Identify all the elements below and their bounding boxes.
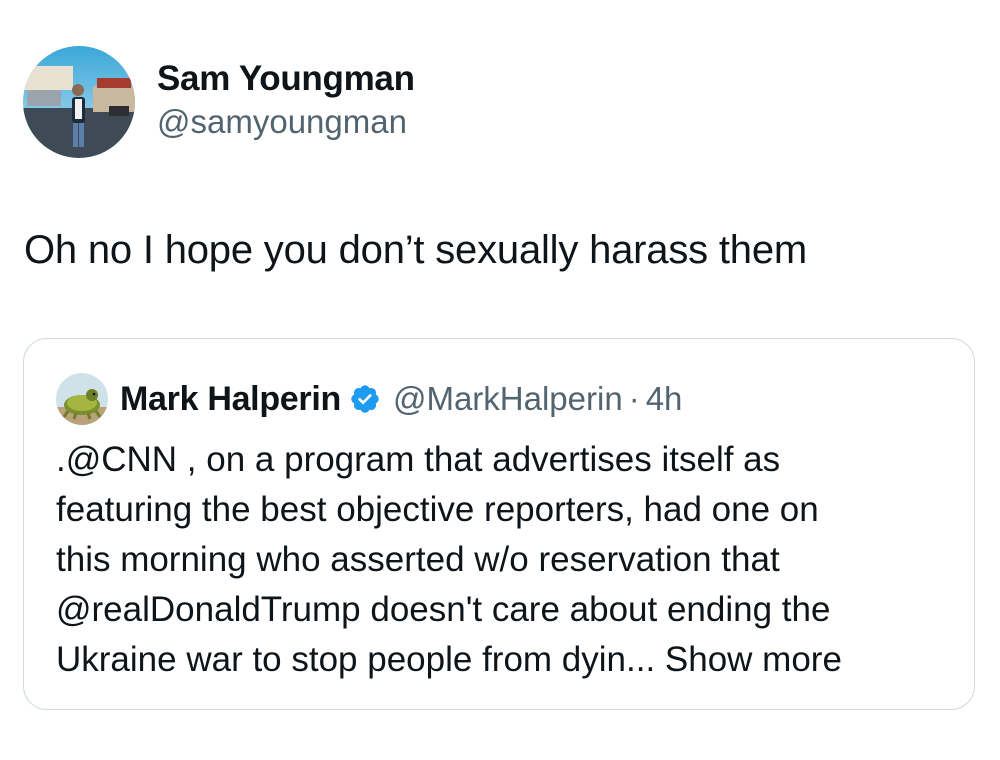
quoted-text-line: this morning who asserted w/o reservatio… xyxy=(56,540,780,579)
tweet-text: Oh no I hope you don’t sexually harass t… xyxy=(24,228,807,272)
author-handle[interactable]: @samyoungman xyxy=(157,101,415,143)
author-display-name[interactable]: Sam Youngman xyxy=(157,57,415,101)
quoted-author-handle[interactable]: @MarkHalperin xyxy=(393,380,623,418)
dot-separator: · xyxy=(628,380,640,417)
quoted-text-line: .@CNN , on a program that advertises its… xyxy=(56,440,781,479)
quoted-text-line: Ukraine war to stop people from dyin... xyxy=(56,640,656,679)
quoted-author-avatar[interactable] xyxy=(56,373,108,425)
quoted-tweet-time[interactable]: 4h xyxy=(646,380,683,418)
quoted-tweet-header: Mark Halperin @MarkHalperin · 4h xyxy=(56,373,682,425)
show-more-link[interactable]: Show more xyxy=(665,640,842,679)
quoted-text-line-last: Ukraine war to stop people from dyin... … xyxy=(56,635,956,685)
quoted-tweet-text: .@CNN , on a program that advertises its… xyxy=(56,435,956,685)
verified-badge-icon xyxy=(349,383,381,415)
quoted-tweet-card[interactable]: Mark Halperin @MarkHalperin · 4h .@CNN ,… xyxy=(23,338,975,710)
quoted-author-display-name[interactable]: Mark Halperin xyxy=(120,380,341,419)
quoted-text-line: @realDonaldTrump doesn't care about endi… xyxy=(56,590,831,629)
quoted-text-line: featuring the best objective reporters, … xyxy=(56,490,819,529)
author-names: Sam Youngman @samyoungman xyxy=(157,57,415,143)
tweet-header: Sam Youngman @samyoungman xyxy=(23,46,415,158)
author-avatar[interactable] xyxy=(23,46,135,158)
